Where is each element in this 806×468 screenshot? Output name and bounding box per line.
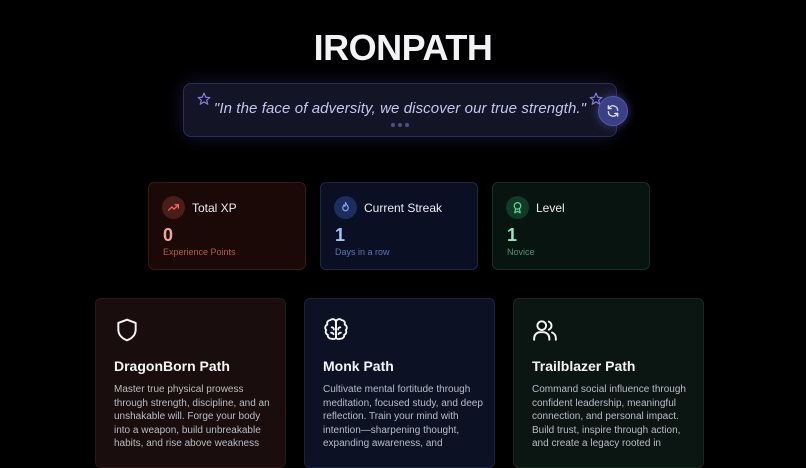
stat-value: 0 — [163, 225, 174, 245]
stat-label: Current Streak — [364, 201, 443, 215]
trending-up-icon — [162, 196, 185, 219]
stat-subtitle: Novice — [507, 247, 535, 257]
quote-card: "In the face of adversity, we discover o… — [183, 83, 617, 137]
path-description: Command social influence through confide… — [532, 384, 686, 450]
path-card-trailblazer[interactable]: Trailblazer Path Command social influenc… — [513, 298, 704, 468]
refresh-icon — [606, 104, 620, 118]
stat-label: Level — [536, 201, 565, 215]
stat-value: 1 — [507, 225, 518, 245]
refresh-quote-button[interactable] — [598, 96, 628, 126]
stat-label: Total XP — [192, 201, 237, 215]
motivational-quote: "In the face of adversity, we discover o… — [213, 100, 587, 117]
shield-icon — [114, 317, 140, 343]
stat-subtitle: Experience Points — [163, 247, 236, 257]
path-title: DragonBorn Path — [114, 358, 230, 374]
quote-loading-dots — [391, 123, 411, 127]
path-description: Cultivate mental fortitude through medit… — [323, 384, 483, 450]
flame-icon — [334, 196, 357, 219]
stat-card-current-streak: Current Streak 1 Days in a row — [320, 182, 478, 270]
path-title: Trailblazer Path — [532, 358, 636, 374]
stat-subtitle: Days in a row — [335, 247, 390, 257]
stat-card-total-xp: Total XP 0 Experience Points — [148, 182, 306, 270]
award-icon — [506, 196, 529, 219]
path-card-monk[interactable]: Monk Path Cultivate mental fortitude thr… — [304, 298, 495, 468]
path-title: Monk Path — [323, 358, 394, 374]
path-description: Master true physical prowess through str… — [114, 384, 270, 450]
stat-value: 1 — [335, 225, 346, 245]
app-title: IRONPATH — [313, 27, 493, 68]
users-icon — [532, 317, 558, 343]
brain-icon — [323, 317, 349, 343]
path-card-dragonborn[interactable]: DragonBorn Path Master true physical pro… — [95, 298, 286, 468]
stat-card-level: Level 1 Novice — [492, 182, 650, 270]
